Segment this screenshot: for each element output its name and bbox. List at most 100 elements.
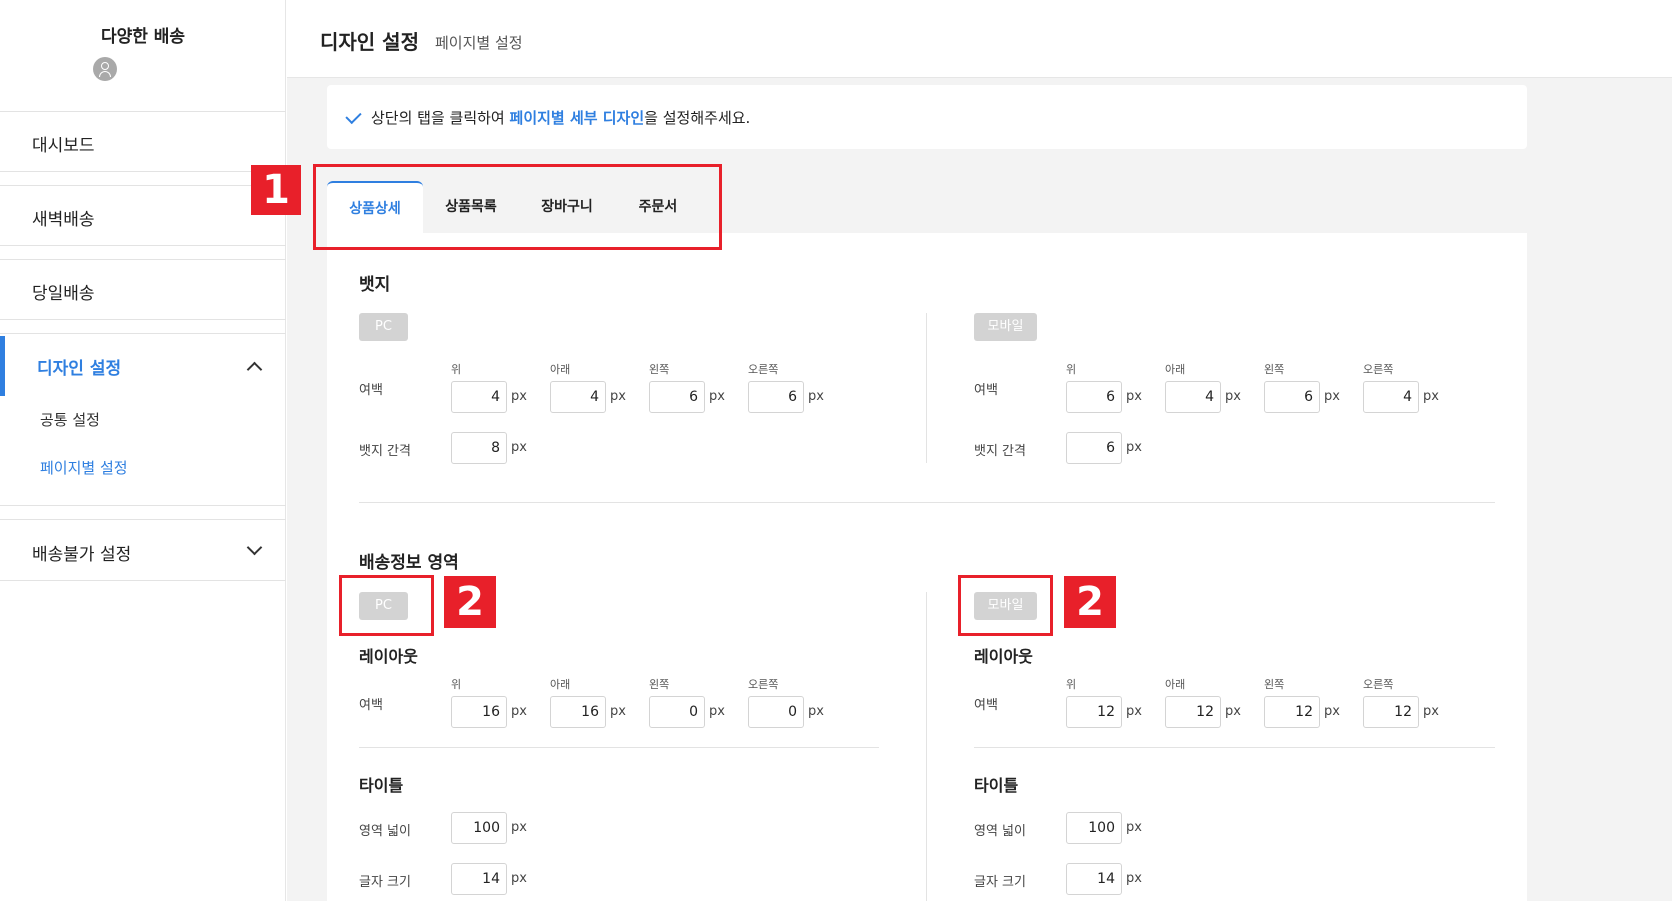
unit-label: px (511, 820, 527, 835)
chevron-up-icon[interactable] (246, 361, 263, 378)
mobile-badge: 모바일 (974, 313, 1037, 341)
nav-divider (0, 171, 286, 172)
margin-label: 여백 (359, 383, 383, 398)
badge-pc-gap-input[interactable]: 8 (451, 432, 507, 464)
unit-label: px (1324, 704, 1340, 719)
delivery-section-title: 배송정보 영역 (359, 553, 459, 573)
delivery-pc-margin-bottom-input[interactable]: 16 (550, 696, 606, 728)
badge-section-title: 뱃지 (359, 275, 391, 295)
nav-divider (0, 519, 286, 520)
layout-subtitle: 레이아웃 (359, 647, 418, 666)
delivery-mobile-margin-left-input[interactable]: 12 (1264, 696, 1320, 728)
badge-mobile-margin-left-input[interactable]: 6 (1264, 381, 1320, 413)
notice-box: 상단의 탭을 클릭하여 페이지별 세부 디자인을 설정해주세요. (327, 85, 1527, 149)
bottom-caption: 아래 (550, 363, 571, 376)
unit-label: px (1126, 820, 1142, 835)
left-caption: 왼쪽 (1264, 363, 1285, 376)
chevron-down-icon[interactable] (246, 539, 263, 556)
top-caption: 위 (451, 678, 462, 691)
badge-pc-margin-top-input[interactable]: 4 (451, 381, 507, 413)
badge-pc-margin-left-input[interactable]: 6 (649, 381, 705, 413)
nav-divider (0, 245, 286, 246)
badge-gap-label: 뱃지 간격 (974, 444, 1026, 459)
unit-label: px (1324, 389, 1340, 404)
delivery-pc-area-width-input[interactable]: 100 (451, 812, 507, 844)
left-caption: 왼쪽 (649, 678, 670, 691)
unit-label: px (610, 389, 626, 404)
annotation-number-2: 2 (444, 576, 496, 628)
unit-label: px (1126, 704, 1142, 719)
badge-gap-label: 뱃지 간격 (359, 444, 411, 459)
unit-label: px (610, 704, 626, 719)
bottom-caption: 아래 (1165, 363, 1186, 376)
nav-divider (0, 505, 286, 506)
left-caption: 왼쪽 (649, 363, 670, 376)
font-size-label: 글자 크기 (359, 875, 411, 890)
delivery-mobile-margin-bottom-input[interactable]: 12 (1165, 696, 1221, 728)
font-size-label: 글자 크기 (974, 875, 1026, 890)
delivery-pc-font-size-input[interactable]: 14 (451, 863, 507, 895)
badge-mobile-margin-top-input[interactable]: 6 (1066, 381, 1122, 413)
annotation-number-2: 2 (1064, 576, 1116, 628)
page-header: 디자인 설정 페이지별 설정 (287, 0, 1672, 78)
badge-pc-margin-bottom-input[interactable]: 4 (550, 381, 606, 413)
top-caption: 위 (1066, 363, 1077, 376)
area-width-label: 영역 넓이 (974, 824, 1026, 839)
unit-label: px (511, 389, 527, 404)
nav-divider (0, 333, 286, 334)
delivery-mobile-margin-right-input[interactable]: 12 (1363, 696, 1419, 728)
section-divider (359, 502, 1495, 503)
sidebar-subitem-common-settings[interactable]: 공통 설정 (40, 409, 100, 430)
user-avatar-icon[interactable] (93, 57, 117, 81)
badge-mobile-gap-input[interactable]: 6 (1066, 432, 1122, 464)
brand-name: 다양한 배송 (100, 27, 186, 47)
delivery-mobile-font-size-input[interactable]: 14 (1066, 863, 1122, 895)
unit-label: px (808, 389, 824, 404)
group-divider (359, 747, 879, 748)
active-indicator (0, 336, 5, 396)
delivery-pc-margin-top-input[interactable]: 16 (451, 696, 507, 728)
delivery-mobile-area-width-input[interactable]: 100 (1066, 812, 1122, 844)
sidebar: 다양한 배송 대시보드 새벽배송 당일배송 디자인 설정 공통 설정 페이지별 … (0, 0, 286, 901)
nav-divider (0, 111, 286, 112)
unit-label: px (511, 871, 527, 886)
unit-label: px (709, 704, 725, 719)
badge-mobile-margin-right-input[interactable]: 4 (1363, 381, 1419, 413)
sidebar-item-design-settings[interactable]: 디자인 설정 (37, 354, 121, 379)
right-caption: 오른쪽 (748, 363, 779, 376)
annotation-number-1: 1 (251, 165, 301, 215)
delivery-mobile-margin-top-input[interactable]: 12 (1066, 696, 1122, 728)
sidebar-item-dashboard[interactable]: 대시보드 (32, 131, 95, 156)
sidebar-subitem-page-settings[interactable]: 페이지별 설정 (40, 457, 128, 478)
right-caption: 오른쪽 (748, 678, 779, 691)
right-caption: 오른쪽 (1363, 363, 1394, 376)
margin-label: 여백 (359, 698, 383, 713)
unit-label: px (1423, 389, 1439, 404)
unit-label: px (1423, 704, 1439, 719)
annotation-box-pc (339, 575, 434, 636)
column-divider (926, 313, 927, 463)
page-subtitle: 페이지별 설정 (435, 34, 523, 52)
nav-divider (0, 319, 286, 320)
group-divider (974, 747, 1495, 748)
sidebar-item-dawn-delivery[interactable]: 새벽배송 (32, 205, 95, 230)
unit-label: px (511, 704, 527, 719)
top-caption: 위 (1066, 678, 1077, 691)
settings-panel (327, 233, 1527, 901)
delivery-pc-margin-left-input[interactable]: 0 (649, 696, 705, 728)
column-divider (926, 592, 927, 901)
delivery-pc-margin-right-input[interactable]: 0 (748, 696, 804, 728)
nav-divider (0, 580, 286, 581)
unit-label: px (808, 704, 824, 719)
sidebar-item-same-day-delivery[interactable]: 당일배송 (32, 279, 95, 304)
sidebar-item-undeliverable-settings[interactable]: 배송불가 설정 (32, 540, 131, 565)
bottom-caption: 아래 (550, 678, 571, 691)
margin-label: 여백 (974, 698, 998, 713)
area-width-label: 영역 넓이 (359, 824, 411, 839)
annotation-box-mobile (958, 575, 1053, 636)
badge-pc-margin-right-input[interactable]: 6 (748, 381, 804, 413)
badge-mobile-margin-bottom-input[interactable]: 4 (1165, 381, 1221, 413)
layout-subtitle: 레이아웃 (974, 647, 1033, 666)
margin-label: 여백 (974, 383, 998, 398)
pc-badge: PC (359, 313, 408, 341)
